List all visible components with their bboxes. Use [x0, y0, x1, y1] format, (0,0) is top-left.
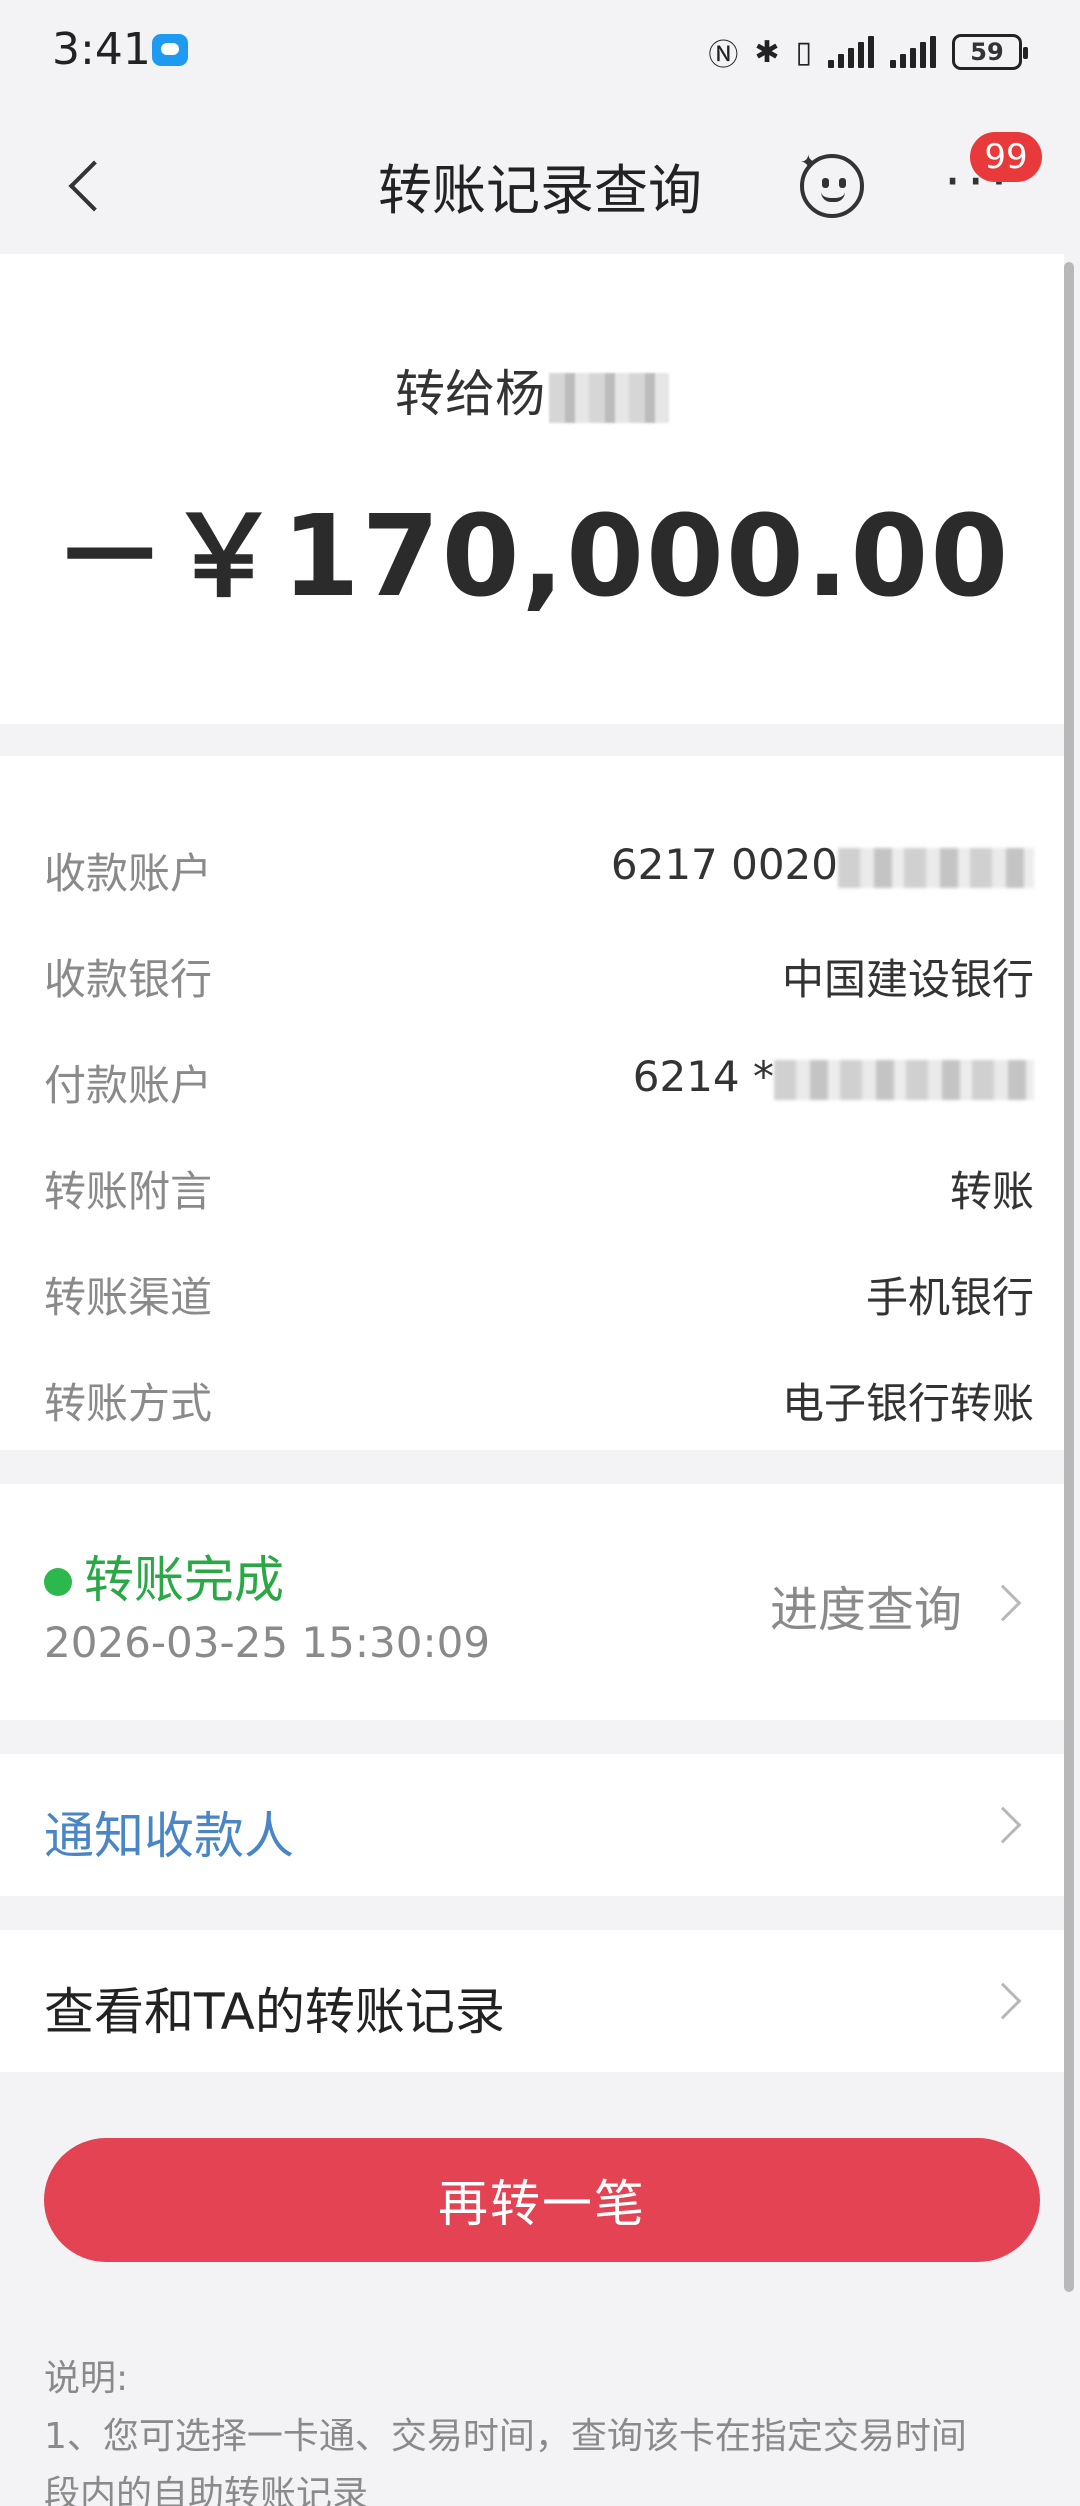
vibrate-icon: ▯	[795, 34, 812, 70]
chevron-right-icon	[984, 1584, 1022, 1622]
progress-query-link[interactable]: 进度查询	[770, 1570, 962, 1640]
status-timestamp: 2026-03-25 15:30:09	[44, 1618, 491, 1667]
detail-label: 收款账户	[44, 849, 213, 898]
detail-value: 6214 *	[633, 1052, 1034, 1101]
status-text: 转账完成	[84, 1551, 284, 1609]
transfer-history-row[interactable]: 查看和TA的转账记录	[0, 1930, 1064, 2072]
transfer-history-label: 查看和TA的转账记录	[44, 1983, 505, 2041]
notes-title: 说明:	[44, 2358, 129, 2399]
chevron-right-icon	[984, 1806, 1022, 1844]
detail-value: 转账	[949, 1167, 1034, 1216]
notification-badge: 99	[970, 132, 1042, 182]
recipient-name: 转给杨	[0, 354, 1064, 426]
transfer-status-card: 转账完成 2026-03-25 15:30:09 进度查询	[0, 1484, 1064, 1720]
nfc-icon: Ⓝ	[708, 38, 739, 73]
detail-row-payee-account: 收款账户 6217 0020	[44, 834, 1040, 898]
detail-value: 电子银行转账	[781, 1379, 1034, 1428]
redacted-digits	[838, 847, 1034, 888]
detail-label: 付款账户	[44, 1061, 213, 1110]
notes-line: 1、您可选择一卡通、交易时间，查询该卡在指定交易时间	[44, 2416, 967, 2457]
detail-row-payer-account: 付款账户 6214 *	[44, 1046, 1040, 1110]
transfer-again-button[interactable]: 再转一笔	[44, 2138, 1040, 2262]
nav-bar: 转账记录查询 ✦ ··· 99	[0, 104, 1080, 254]
transfer-details-card: 收款账户 6217 0020 收款银行 中国建设银行 付款账户 6214 * 转…	[0, 756, 1064, 1450]
redacted-name	[549, 372, 669, 423]
notes-line: 段内的自助转账记录	[44, 2474, 369, 2506]
detail-row-memo: 转账附言 转账	[44, 1152, 1040, 1216]
notify-payee-label: 通知收款人	[44, 1807, 294, 1865]
assistant-icon[interactable]: ✦	[800, 150, 864, 218]
bluetooth-icon: ✱	[754, 34, 780, 70]
message-icon	[152, 34, 188, 66]
scrollbar[interactable]	[1064, 262, 1074, 2292]
detail-label: 转账附言	[44, 1167, 213, 1216]
status-bar: 3:41 Ⓝ ✱ ▯ 59	[0, 0, 1080, 104]
detail-label: 转账方式	[44, 1379, 213, 1428]
detail-row-channel: 转账渠道 手机银行	[44, 1258, 1040, 1322]
detail-value: 手机银行	[865, 1273, 1034, 1322]
page-title: 转账记录查询	[378, 159, 702, 222]
battery-icon: 59	[952, 34, 1028, 70]
notify-payee-row[interactable]: 通知收款人	[0, 1754, 1064, 1896]
transfer-amount: －￥170,000.00	[53, 492, 1011, 622]
redacted-digits	[774, 1059, 1034, 1100]
detail-row-method: 转账方式 电子银行转账	[44, 1364, 1040, 1428]
recipient-prefix: 转给杨	[395, 365, 545, 423]
status-dot-icon	[44, 1568, 72, 1596]
notes-section: 说明: 1、您可选择一卡通、交易时间，查询该卡在指定交易时间 段内的自助转账记录	[44, 2350, 1040, 2506]
signal-icon	[828, 36, 874, 68]
signal-icon	[890, 36, 936, 68]
detail-label: 收款银行	[44, 955, 213, 1004]
detail-label: 转账渠道	[44, 1273, 213, 1322]
transfer-summary-card: 转给杨 －￥170,000.00	[0, 254, 1064, 724]
status-time: 3:41	[52, 24, 151, 75]
battery-level: 59	[970, 38, 1004, 66]
chevron-right-icon	[984, 1982, 1022, 2020]
status-icons: Ⓝ ✱ ▯ 59	[708, 30, 1028, 74]
detail-row-payee-bank: 收款银行 中国建设银行	[44, 940, 1040, 1004]
detail-value: 6217 0020	[611, 840, 1034, 889]
detail-value: 中国建设银行	[781, 955, 1034, 1004]
